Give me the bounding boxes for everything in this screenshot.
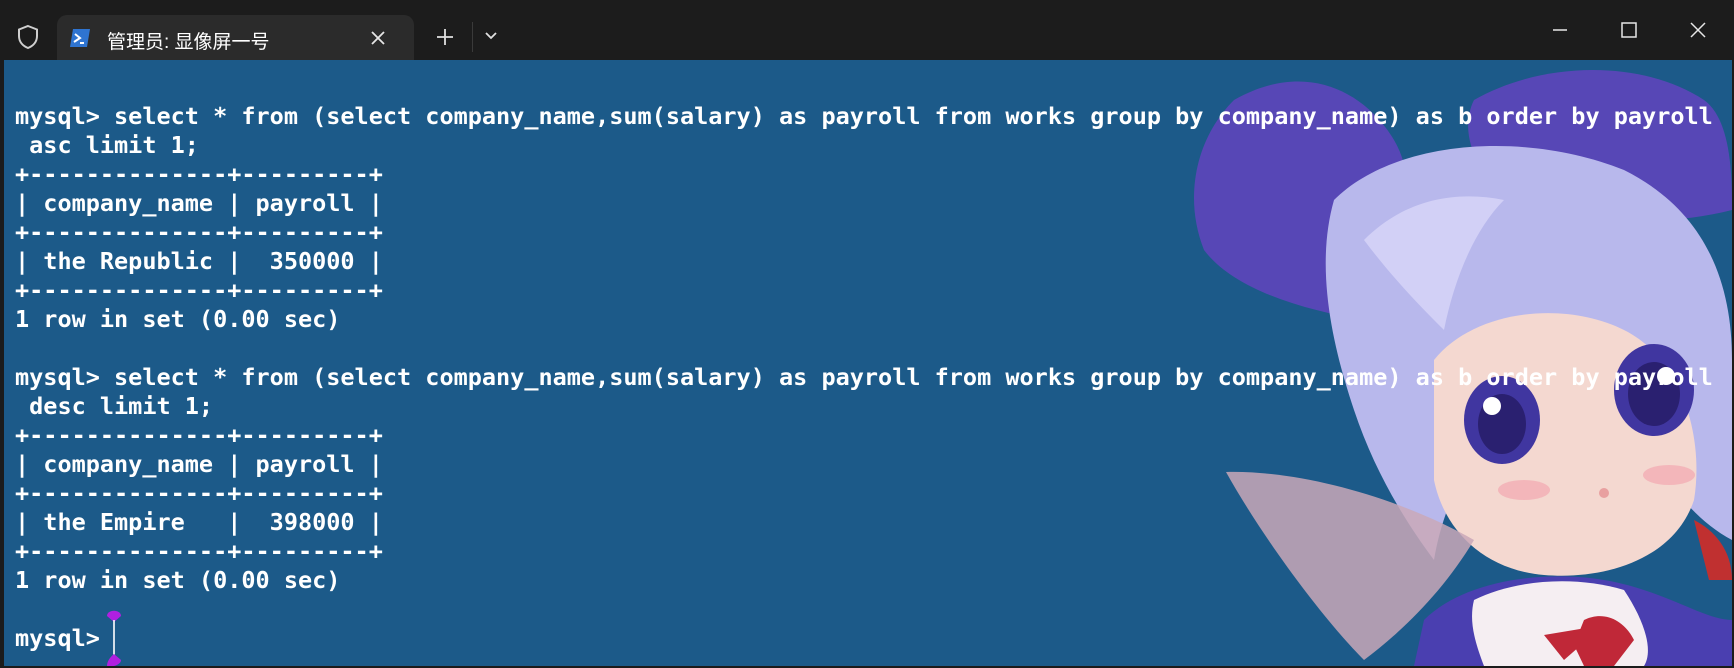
close-icon[interactable]: [1686, 18, 1710, 42]
terminal-line: 1 row in set (0.00 sec): [15, 566, 341, 594]
title-bar[interactable]: 管理员: 显像屏一号: [0, 0, 1734, 60]
tab-divider: [472, 22, 473, 52]
terminal-line: +--------------+---------+: [15, 218, 383, 246]
minimize-icon[interactable]: [1548, 18, 1572, 42]
terminal-line: +--------------+---------+: [15, 160, 383, 188]
maximize-icon[interactable]: [1617, 18, 1641, 42]
tab-title: 管理员: 显像屏一号: [107, 32, 270, 53]
shield-icon: [18, 24, 38, 50]
tab-terminal[interactable]: 管理员: 显像屏一号: [57, 15, 414, 60]
terminal-line: +--------------+---------+: [15, 479, 383, 507]
terminal-line: mysql> select * from (select company_nam…: [15, 363, 1713, 391]
terminal-output[interactable]: mysql> select * from (select company_nam…: [15, 102, 1713, 653]
terminal-line: desc limit 1;: [15, 392, 214, 420]
terminal-prompt[interactable]: mysql>: [15, 624, 1713, 653]
terminal-pane[interactable]: mysql> select * from (select company_nam…: [4, 60, 1732, 666]
terminal-line: +--------------+---------+: [15, 537, 383, 565]
terminal-line: mysql> select * from (select company_nam…: [15, 102, 1713, 130]
chevron-down-icon[interactable]: [482, 28, 500, 44]
powershell-icon: [70, 29, 90, 47]
text-cursor[interactable]: [104, 608, 124, 666]
terminal-line: +--------------+---------+: [15, 421, 383, 449]
terminal-line: | company_name | payroll |: [15, 189, 383, 217]
terminal-line: 1 row in set (0.00 sec): [15, 305, 341, 333]
terminal-line: | the Empire | 398000 |: [15, 508, 383, 536]
terminal-line: asc limit 1;: [15, 131, 199, 159]
terminal-line: +--------------+---------+: [15, 276, 383, 304]
plus-icon[interactable]: [434, 26, 456, 48]
close-icon[interactable]: [369, 29, 387, 47]
terminal-window: 管理员: 显像屏一号 mysql> select * from (select …: [0, 0, 1734, 668]
terminal-line: | company_name | payroll |: [15, 450, 383, 478]
terminal-line: | the Republic | 350000 |: [15, 247, 383, 275]
